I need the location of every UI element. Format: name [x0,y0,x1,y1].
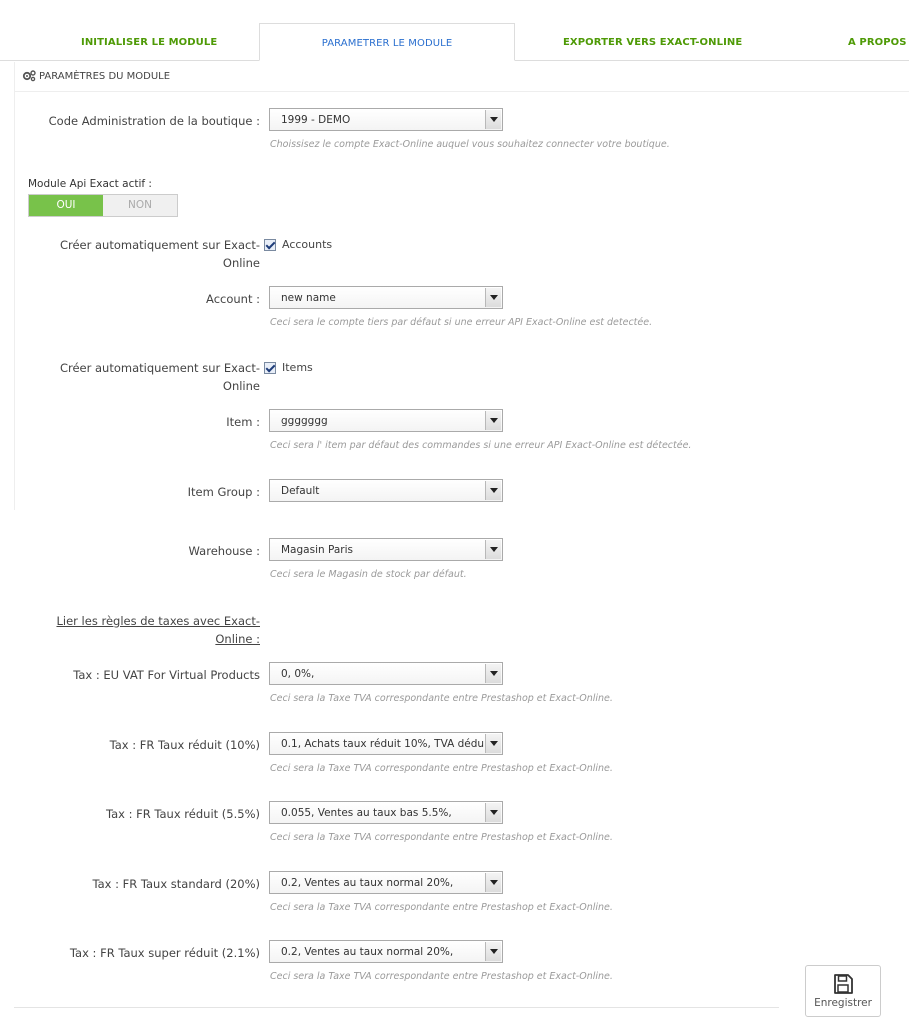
panel-heading-divider [14,91,909,92]
save-button[interactable]: Enregistrer [805,965,881,1017]
auto-items-label: Créer automatiquement sur Exact-Online [59,361,260,393]
chevron-down-icon [485,942,501,961]
api-active-off[interactable]: NON [103,195,177,216]
save-button-label: Enregistrer [814,997,872,1009]
tax-fr-super-reduit-label: Tax : FR Taux super réduit (2.1%) [69,946,260,960]
panel-heading: PARAMÈTRES DU MODULE [22,70,170,82]
shop-code-select[interactable]: 1999 - DEMO [269,108,503,131]
cogs-icon [22,70,36,82]
panel-left-border [14,62,15,510]
tax-eu-vat-label: Tax : EU VAT For Virtual Products [73,668,260,682]
chevron-down-icon [485,288,501,307]
tax-fr-reduit-10-label: Tax : FR Taux réduit (10%) [109,738,260,752]
tax-fr-reduit-55-label: Tax : FR Taux réduit (5.5%) [105,807,260,821]
account-label: Account : [206,292,260,306]
item-label: Item : [226,415,260,429]
chevron-down-icon [485,664,501,683]
tax-fr-super-reduit-select[interactable]: 0.2, Ventes au taux normal 20%, [269,940,503,963]
auto-items-checkbox[interactable] [264,361,276,374]
chevron-down-icon [485,481,501,500]
warehouse-value: Magasin Paris [281,544,353,556]
item-group-value: Default [281,485,320,497]
item-help: Ceci sera l' item par défaut des command… [270,440,692,451]
tax-eu-vat-value: 0, 0%, [281,668,315,680]
tax-fr-reduit-10-help: Ceci sera la Taxe TVA correspondante ent… [270,763,613,774]
tax-eu-vat-select[interactable]: 0, 0%, [269,662,503,685]
panel-title: PARAMÈTRES DU MODULE [39,70,171,82]
tab-exporter-exact-online[interactable]: EXPORTER VERS EXACT-ONLINE [563,37,742,48]
tax-fr-reduit-55-select[interactable]: 0.055, Ventes au taux bas 5.5%, [269,801,503,824]
chevron-down-icon [485,734,501,753]
item-group-select[interactable]: Default [269,479,503,502]
tax-fr-standard-label: Tax : FR Taux standard (20%) [92,877,260,891]
chevron-down-icon [485,411,501,430]
warehouse-label: Warehouse : [188,544,260,558]
shop-code-help: Choissisez le compte Exact-Online auquel… [270,139,670,150]
tax-fr-reduit-55-help: Ceci sera la Taxe TVA correspondante ent… [270,832,613,843]
tax-fr-reduit-55-value: 0.055, Ventes au taux bas 5.5%, [281,807,452,819]
auto-accounts-option-label: Accounts [282,238,333,251]
auto-accounts-option[interactable]: Accounts [264,238,332,251]
tax-rules-heading: Lier les règles de taxes avec Exact-Onli… [56,614,260,646]
auto-items-option[interactable]: Items [264,361,313,374]
api-active-on[interactable]: OUI [29,195,103,216]
tab-parametrer-module[interactable]: PARAMETRER LE MODULE [259,23,515,61]
auto-items-option-label: Items [282,361,313,374]
chevron-down-icon [485,540,501,559]
auto-accounts-label: Créer automatiquement sur Exact-Online [59,238,260,270]
account-select[interactable]: new name [269,286,503,309]
tax-eu-vat-help: Ceci sera la Taxe TVA correspondante ent… [270,693,613,704]
tax-fr-reduit-10-select[interactable]: 0.1, Achats taux réduit 10%, TVA dédu [269,732,503,755]
warehouse-help: Ceci sera le Magasin de stock par défaut… [270,569,467,580]
auto-accounts-checkbox[interactable] [264,238,276,251]
tab-a-propos[interactable]: A PROPOS [848,37,907,48]
tab-bar: INITIALISER LE MODULE PARAMETRER LE MODU… [0,23,909,61]
account-value: new name [281,292,336,304]
floppy-disk-icon [834,974,853,994]
account-help: Ceci sera le compte tiers par défaut si … [270,317,653,328]
shop-code-value: 1999 - DEMO [281,114,351,126]
warehouse-select[interactable]: Magasin Paris [269,538,503,561]
tax-fr-super-reduit-help: Ceci sera la Taxe TVA correspondante ent… [270,971,613,982]
item-select[interactable]: ggggggg [269,409,503,432]
tax-fr-super-reduit-value: 0.2, Ventes au taux normal 20%, [281,946,454,958]
tax-fr-standard-value: 0.2, Ventes au taux normal 20%, [281,877,454,889]
chevron-down-icon [485,803,501,822]
item-value: ggggggg [281,415,328,427]
chevron-down-icon [485,873,501,892]
tax-fr-reduit-10-value: 0.1, Achats taux réduit 10%, TVA dédu [281,738,485,750]
tax-fr-standard-help: Ceci sera la Taxe TVA correspondante ent… [270,902,613,913]
chevron-down-icon [485,110,501,129]
item-group-label: Item Group : [187,485,260,499]
api-active-label: Module Api Exact actif : [28,178,152,190]
form-footer-divider [14,1007,779,1008]
shop-code-label: Code Administration de la boutique : [48,114,260,128]
tab-initialiser-module[interactable]: INITIALISER LE MODULE [81,37,217,48]
tax-fr-standard-select[interactable]: 0.2, Ventes au taux normal 20%, [269,871,503,894]
api-active-toggle[interactable]: OUI NON [28,194,178,217]
